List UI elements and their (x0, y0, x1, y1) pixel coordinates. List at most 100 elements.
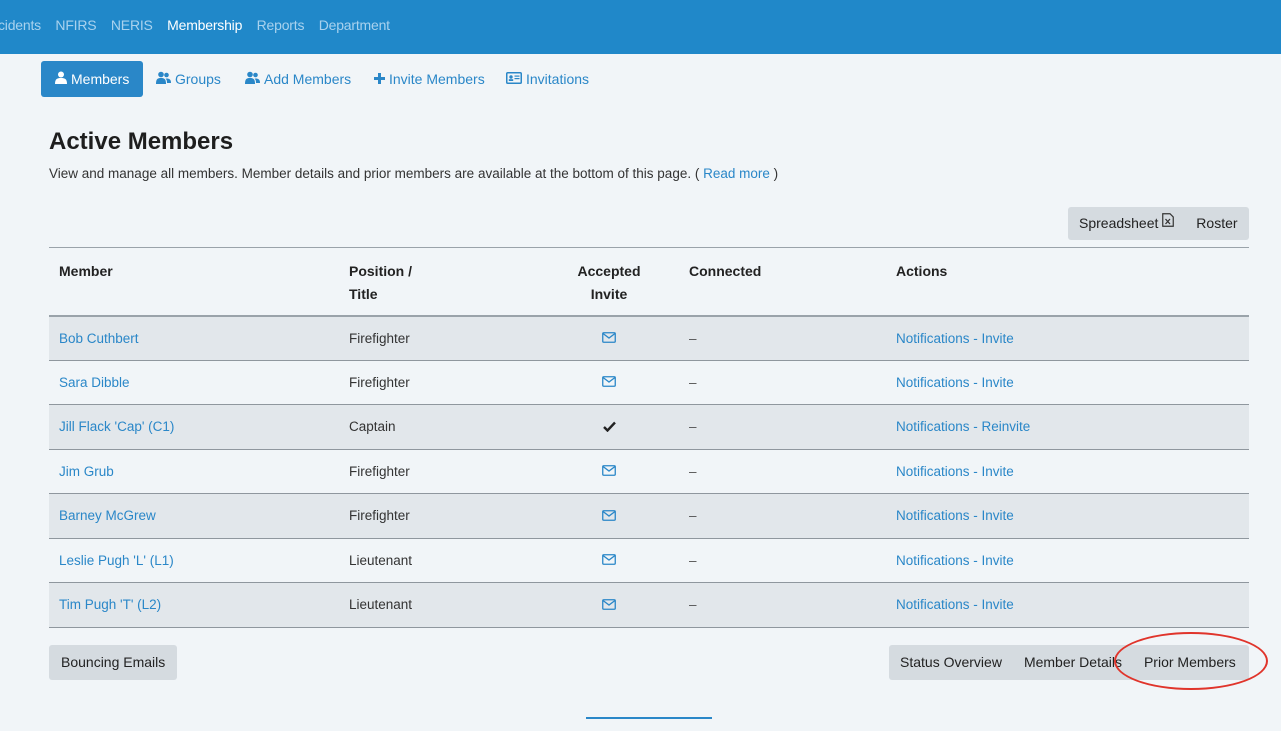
actions-cell: Notifications - Invite (886, 538, 1249, 583)
users-icon (245, 61, 260, 97)
member-link[interactable]: Jim Grub (59, 464, 114, 479)
connected-status: – (689, 419, 697, 435)
table-row: Barney McGrew Firefighter – Notifications -… (49, 493, 1249, 539)
member-link[interactable]: Jill Flack 'Cap' (C1) (59, 419, 174, 434)
page-progress-line (586, 717, 712, 719)
member-link[interactable]: Tim Pugh 'T' (L2) (59, 597, 161, 612)
table-row: Jill Flack 'Cap' (C1) Captain – Notificatio… (49, 404, 1249, 450)
accepted-invite-cell (539, 583, 679, 628)
top-nav-menu: cidents NFIRS NERIS Membership Reports D… (0, 17, 400, 37)
connected-status: – (689, 374, 697, 390)
envelope-icon[interactable] (602, 331, 616, 346)
tab-invite-members[interactable]: Invite Members (374, 61, 485, 97)
excel-file-icon (1162, 206, 1175, 239)
connected-status: – (689, 463, 697, 479)
envelope-icon[interactable] (602, 464, 616, 479)
nav-item-neris[interactable]: NERIS (111, 17, 153, 33)
nav-item-department[interactable]: Department (319, 17, 390, 33)
status-overview-button[interactable]: Status Overview (889, 645, 1013, 680)
prior-members-button[interactable]: Prior Members (1133, 645, 1247, 680)
member-name: Jill Flack 'Cap' (C1) (49, 405, 339, 450)
tab-members[interactable]: Members (41, 61, 144, 97)
table-row: Sara Dibble Firefighter – Notifications - I… (49, 360, 1249, 405)
member-link[interactable]: Bob Cuthbert (59, 331, 139, 346)
tab-invitations-label: Invitations (526, 71, 590, 87)
table-row: Tim Pugh 'T' (L2) Lieutenant – Notification… (49, 582, 1249, 628)
table-row: Leslie Pugh 'L' (L1) Lieutenant – Notificat… (49, 538, 1249, 583)
member-link[interactable]: Leslie Pugh 'L' (L1) (59, 553, 174, 568)
actions-cell: Notifications - Invite (886, 316, 1249, 361)
tab-groups-label: Groups (175, 71, 221, 87)
connected-status: – (689, 597, 697, 613)
actions-cell: Notifications - Invite (886, 494, 1249, 539)
read-more-link[interactable]: Read more (703, 166, 770, 181)
envelope-icon[interactable] (602, 509, 616, 524)
nav-item-membership[interactable]: Membership (167, 17, 242, 33)
actions-link[interactable]: Notifications - Invite (896, 597, 1014, 612)
actions-link[interactable]: Notifications - Invite (896, 375, 1014, 390)
tab-add-members[interactable]: Add Members (245, 61, 351, 97)
id-card-icon (506, 61, 522, 97)
member-position: Firefighter (349, 508, 410, 524)
nav-item-incidents[interactable]: cidents (0, 17, 41, 33)
col-accepted-invite: Accepted Invite (577, 263, 641, 302)
tab-invite-members-label: Invite Members (389, 71, 485, 87)
member-link[interactable]: Sara Dibble (59, 375, 130, 390)
member-position: Lieutenant (349, 597, 413, 613)
member-position: Firefighter (349, 463, 410, 479)
accepted-invite-cell (539, 449, 679, 494)
spreadsheet-label: Spreadsheet (1079, 215, 1159, 231)
tab-add-members-label: Add Members (264, 71, 352, 87)
envelope-icon[interactable] (602, 553, 616, 568)
table-row: Jim Grub Firefighter – Notifications - Invi… (49, 449, 1249, 494)
accepted-invite-cell (539, 538, 679, 583)
bouncing-emails-button[interactable]: Bouncing Emails (49, 645, 178, 680)
member-position: Firefighter (349, 330, 410, 346)
accepted-invite-cell (539, 494, 679, 539)
nav-item-nfirs[interactable]: NFIRS (55, 17, 96, 33)
envelope-icon[interactable] (602, 598, 616, 613)
table-header-row: Member Position / Title Accepted Invite Co… (49, 247, 1249, 316)
intro-close: ) (773, 166, 779, 181)
accepted-invite-cell (539, 316, 679, 361)
actions-cell: Notifications - Invite (886, 583, 1249, 628)
spreadsheet-button[interactable]: Spreadsheet (1068, 207, 1185, 240)
envelope-icon[interactable] (602, 375, 616, 390)
intro-text: View and manage all members. Member deta… (49, 166, 700, 181)
connected-status: – (689, 330, 697, 346)
actions-link[interactable]: Notifications - Invite (896, 508, 1014, 523)
table-row: Bob Cuthbert Firefighter – Notifications - … (49, 315, 1249, 361)
checkmark-icon (602, 420, 616, 435)
tab-members-label: Members (71, 71, 130, 87)
user-icon (55, 61, 67, 97)
member-position: Firefighter (349, 374, 410, 390)
nav-item-reports[interactable]: Reports (257, 17, 305, 33)
actions-link[interactable]: Notifications - Invite (896, 553, 1014, 568)
tab-invitations[interactable]: Invitations (506, 61, 589, 97)
col-actions: Actions (896, 263, 948, 279)
col-member: Member (59, 263, 113, 279)
member-name: Bob Cuthbert (49, 316, 339, 361)
accepted-invite-cell (539, 360, 679, 405)
plus-icon (374, 61, 385, 97)
member-position: Lieutenant (349, 552, 413, 568)
top-navbar: cidents NFIRS NERIS Membership Reports D… (0, 0, 1281, 54)
roster-button[interactable]: Roster (1185, 207, 1248, 240)
member-name: Tim Pugh 'T' (L2) (49, 583, 339, 628)
actions-link[interactable]: Notifications - Reinvite (896, 419, 1030, 434)
tab-groups[interactable]: Groups (156, 61, 221, 97)
page-intro: View and manage all members. Member deta… (49, 166, 778, 181)
actions-link[interactable]: Notifications - Invite (896, 331, 1014, 346)
actions-cell: Notifications - Invite (886, 360, 1249, 405)
member-position: Captain (349, 419, 396, 435)
connected-status: – (689, 508, 697, 524)
member-details-button[interactable]: Member Details (1013, 645, 1133, 680)
actions-link[interactable]: Notifications - Invite (896, 464, 1014, 479)
member-views-button-group: Status Overview Member Details Prior Mem… (889, 645, 1249, 680)
col-connected: Connected (689, 263, 762, 279)
connected-status: – (689, 552, 697, 568)
member-name: Leslie Pugh 'L' (L1) (49, 538, 339, 583)
page-title: Active Members (49, 128, 234, 155)
member-link[interactable]: Barney McGrew (59, 508, 156, 523)
member-name: Barney McGrew (49, 494, 339, 539)
